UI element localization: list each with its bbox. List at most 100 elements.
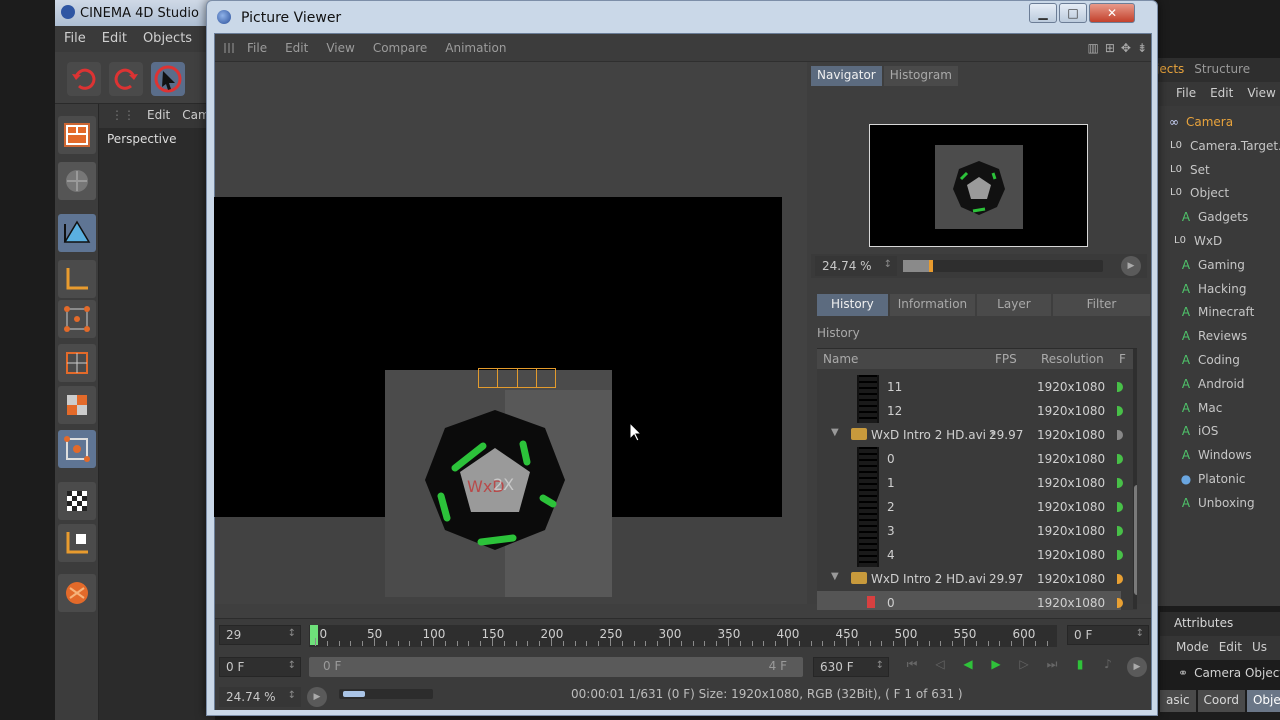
column-name[interactable]: Name: [823, 352, 858, 366]
timeline-ruler[interactable]: 0 50 100 150 200 250 300 350 400 450 500 550 600: [309, 625, 1057, 647]
start-frame-field[interactable]: 0 F: [219, 657, 301, 677]
tab-history[interactable]: History: [817, 294, 888, 316]
vertical-scroll-thumb[interactable]: [1134, 485, 1137, 595]
status-zoom-field[interactable]: 24.74 %: [219, 687, 301, 707]
tab-navigator[interactable]: Navigator: [811, 66, 882, 86]
frame-range-slider[interactable]: 0 F 4 F: [309, 657, 803, 677]
play-forward-icon[interactable]: ▶: [989, 657, 1003, 672]
pv-menu-file[interactable]: File: [247, 41, 267, 61]
object-list-item[interactable]: L0 Camera.Target.1: [1168, 134, 1280, 158]
history-row[interactable]: 11 1920x1080: [817, 375, 1123, 399]
expand-arrow-icon[interactable]: ▼: [831, 571, 839, 582]
object-list-item[interactable]: A Unboxing: [1180, 491, 1255, 515]
status-play-icon[interactable]: ▶: [307, 687, 327, 707]
playhead[interactable]: [310, 625, 318, 645]
object-list-item[interactable]: L0 Object: [1168, 181, 1229, 205]
go-to-start-icon[interactable]: ⏮: [905, 657, 919, 672]
column-f[interactable]: F: [1119, 352, 1126, 366]
picture-viewer-titlebar[interactable]: Picture Viewer: [207, 1, 1157, 33]
attr-tab-object[interactable]: Objec: [1246, 690, 1280, 712]
object-axis-icon[interactable]: [58, 260, 96, 298]
layout-split-icon[interactable]: ▥: [1087, 41, 1098, 55]
history-row[interactable]: ▼ WxD Intro 2 HD.avi 29.97 1920x1080: [817, 567, 1123, 591]
edges-mode-icon[interactable]: [58, 344, 96, 382]
object-list-item[interactable]: A Hacking: [1180, 277, 1247, 301]
timeline-options-icon[interactable]: ▶: [1127, 657, 1147, 677]
tab-information[interactable]: Information: [889, 294, 976, 316]
c4d-menu-edit[interactable]: Edit: [102, 31, 127, 52]
object-list-item[interactable]: A Mac: [1180, 396, 1222, 420]
object-list-item[interactable]: L0 Set: [1168, 158, 1210, 182]
viewport[interactable]: Perspective: [99, 128, 215, 720]
om-menu-edit[interactable]: Edit: [1210, 86, 1233, 106]
undo-icon[interactable]: [67, 62, 101, 96]
history-row[interactable]: 12 1920x1080: [817, 399, 1123, 423]
object-list-item[interactable]: L0 WxD: [1172, 229, 1222, 253]
next-keyframe-icon[interactable]: ▷: [1017, 657, 1031, 672]
tab-structure[interactable]: Structure: [1194, 62, 1250, 82]
redo-icon[interactable]: [109, 62, 143, 96]
om-menu-view[interactable]: View: [1247, 86, 1275, 106]
sound-icon[interactable]: ♪: [1101, 657, 1115, 672]
tab-objects[interactable]: jects: [1156, 62, 1184, 82]
prev-keyframe-icon[interactable]: ◁: [933, 657, 947, 672]
c4d-menu-file[interactable]: File: [64, 31, 86, 52]
object-list-item[interactable]: AiOS: [1180, 419, 1219, 443]
history-row[interactable]: ▼ WxD Intro 2 HD.avi * 29.97 1920x1080: [817, 423, 1123, 447]
workplane-icon[interactable]: [58, 524, 96, 562]
polygons-mode-icon[interactable]: [58, 386, 96, 424]
go-to-end-icon[interactable]: ⏭: [1045, 657, 1059, 672]
attr-tab-coord[interactable]: Coord: [1197, 690, 1245, 712]
current-frame-field[interactable]: 29: [219, 625, 301, 645]
new-panel-icon[interactable]: ⊞: [1105, 41, 1115, 55]
column-resolution[interactable]: Resolution: [1041, 352, 1104, 366]
history-vertical-scrollbar[interactable]: [1133, 349, 1137, 609]
om-menu-file[interactable]: File: [1176, 86, 1196, 106]
attr-tab-basic[interactable]: asic: [1160, 690, 1196, 712]
object-list-item[interactable]: A Gadgets: [1180, 205, 1248, 229]
attr-menu-user[interactable]: Us: [1252, 640, 1267, 660]
navigator-zoom-slider[interactable]: [903, 260, 1103, 272]
navigator-zoom-field[interactable]: 24.74 %: [815, 256, 897, 276]
pv-menu-animation[interactable]: Animation: [445, 41, 506, 61]
sculpt-icon[interactable]: [58, 574, 96, 612]
object-list-item[interactable]: A Gaming: [1180, 253, 1245, 277]
object-list-item[interactable]: A Reviews: [1180, 324, 1247, 348]
pin-icon[interactable]: ⇟: [1137, 41, 1147, 55]
expand-arrow-icon[interactable]: ▼: [831, 427, 839, 438]
pv-menu-compare[interactable]: Compare: [373, 41, 427, 61]
history-row[interactable]: 0 1920x1080: [817, 591, 1123, 610]
texture-mode-icon[interactable]: [58, 162, 96, 200]
points-mode-icon[interactable]: [58, 300, 96, 338]
object-list-item[interactable]: ● Platonic: [1180, 467, 1246, 491]
loop-icon[interactable]: ▮: [1073, 657, 1087, 672]
tab-filter[interactable]: Filter: [1052, 294, 1151, 316]
object-list-item[interactable]: A Minecraft: [1180, 300, 1254, 324]
tab-layer[interactable]: Layer: [977, 294, 1051, 316]
object-list-item[interactable]: A Coding: [1180, 348, 1240, 372]
column-fps[interactable]: FPS: [995, 352, 1017, 366]
history-row[interactable]: 2 1920x1080: [817, 495, 1123, 519]
history-row[interactable]: 4 1920x1080: [817, 543, 1123, 567]
object-list-item[interactable]: A Windows: [1180, 443, 1252, 467]
uv-mode-icon[interactable]: [58, 430, 96, 468]
model-mode-icon[interactable]: [58, 214, 96, 252]
play-backward-icon[interactable]: ◀: [961, 657, 975, 672]
navigator-play-icon[interactable]: ▶: [1121, 256, 1141, 276]
layout-icon[interactable]: [58, 116, 96, 154]
checker-icon[interactable]: [58, 482, 96, 520]
attr-menu-edit[interactable]: Edit: [1219, 640, 1242, 660]
history-row[interactable]: 1 1920x1080: [817, 471, 1123, 495]
move-icon[interactable]: ✥: [1121, 41, 1131, 55]
minimize-button[interactable]: ▁: [1029, 3, 1057, 23]
navigator-preview[interactable]: [869, 124, 1088, 247]
attr-menu-mode[interactable]: Mode: [1176, 640, 1209, 660]
image-canvas[interactable]: WxD 2X: [214, 62, 807, 604]
maximize-button[interactable]: □: [1059, 3, 1087, 23]
viewport-menu-edit[interactable]: Edit: [147, 108, 170, 128]
object-list-item[interactable]: ∞ Camera: [1168, 110, 1233, 134]
zoom-slider-knob[interactable]: [929, 260, 933, 272]
c4d-menu-objects[interactable]: Objects: [143, 31, 192, 52]
history-row[interactable]: 0 1920x1080: [817, 447, 1123, 471]
history-row[interactable]: 3 1920x1080: [817, 519, 1123, 543]
